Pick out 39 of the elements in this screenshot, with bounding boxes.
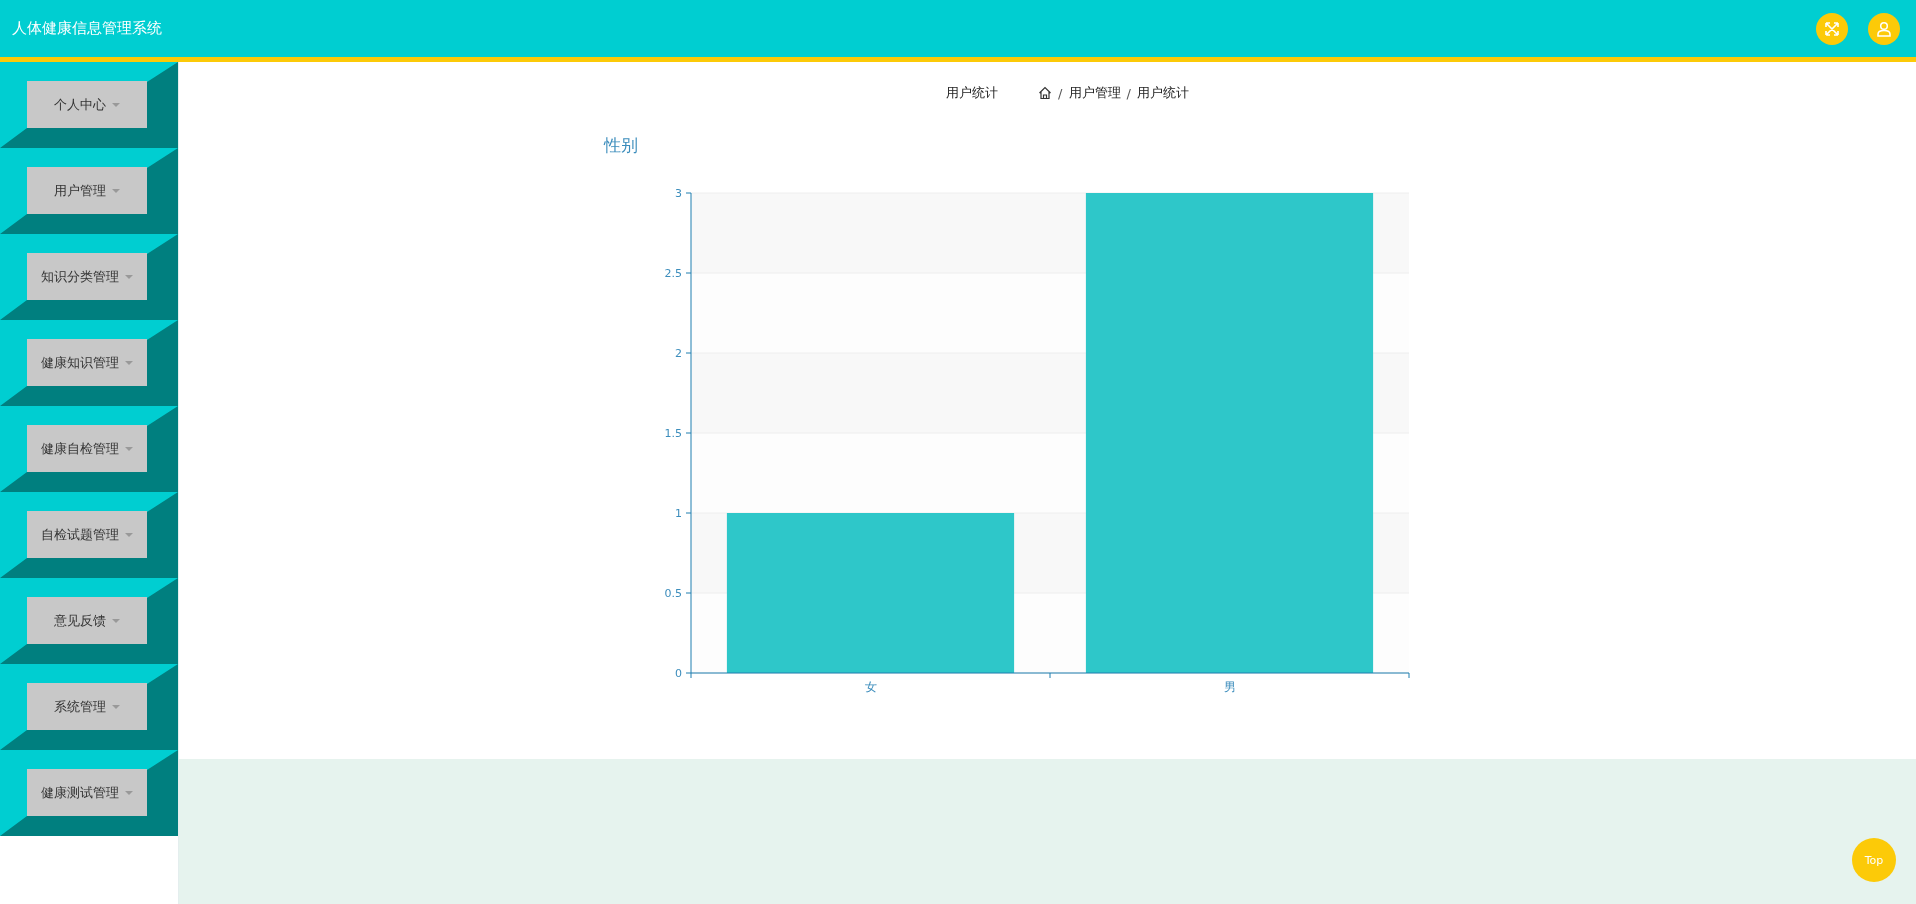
- breadcrumb-link[interactable]: 用户管理: [1068, 84, 1121, 102]
- breadcrumb-link[interactable]: 用户统计: [1136, 84, 1189, 102]
- home-icon[interactable]: [1038, 86, 1053, 100]
- axis-label: 2.5: [664, 267, 682, 280]
- caret-icon: [125, 790, 133, 795]
- menu-button[interactable]: 个人中心: [27, 81, 147, 128]
- axis-label: 0: [674, 667, 682, 680]
- menu-button[interactable]: 健康测试管理: [27, 769, 147, 816]
- expand-arrows-icon: [1824, 20, 1840, 37]
- caret-icon: [112, 102, 120, 107]
- caret-icon: [125, 274, 133, 279]
- menu-button[interactable]: 系统管理: [27, 683, 147, 730]
- caret-icon: [125, 360, 133, 365]
- user-button[interactable]: [1868, 12, 1900, 45]
- caret-icon: [112, 188, 120, 193]
- menu-button[interactable]: 健康知识管理: [27, 339, 147, 386]
- breadcrumb-separator: /: [1126, 85, 1131, 101]
- axis-label: 1: [674, 507, 682, 520]
- page-title: 用户统计: [946, 84, 999, 102]
- fullscreen-button[interactable]: [1816, 12, 1848, 45]
- axis-label: 男: [1223, 680, 1235, 694]
- menu-button[interactable]: 用户管理: [27, 167, 147, 214]
- axis-label: 1.5: [664, 427, 682, 440]
- user-icon: [1876, 20, 1892, 37]
- menu-button[interactable]: 自检试题管理: [27, 511, 147, 558]
- axis-label: 0.5: [664, 587, 682, 600]
- app-title: 人体健康信息管理系统: [12, 19, 162, 38]
- caret-icon: [125, 532, 133, 537]
- menu-button[interactable]: 健康自检管理: [27, 425, 147, 472]
- caret-icon: [125, 446, 133, 451]
- menu-button[interactable]: 意见反馈: [27, 597, 147, 644]
- axis-label: 女: [864, 680, 876, 694]
- breadcrumb-separator: /: [1058, 85, 1063, 101]
- axis-label: 3: [674, 187, 682, 200]
- chart-title: 性别: [603, 134, 638, 157]
- caret-icon: [112, 704, 120, 709]
- menu-button[interactable]: 知识分类管理: [27, 253, 147, 300]
- axis-label: 2: [674, 347, 682, 360]
- caret-icon: [112, 618, 120, 623]
